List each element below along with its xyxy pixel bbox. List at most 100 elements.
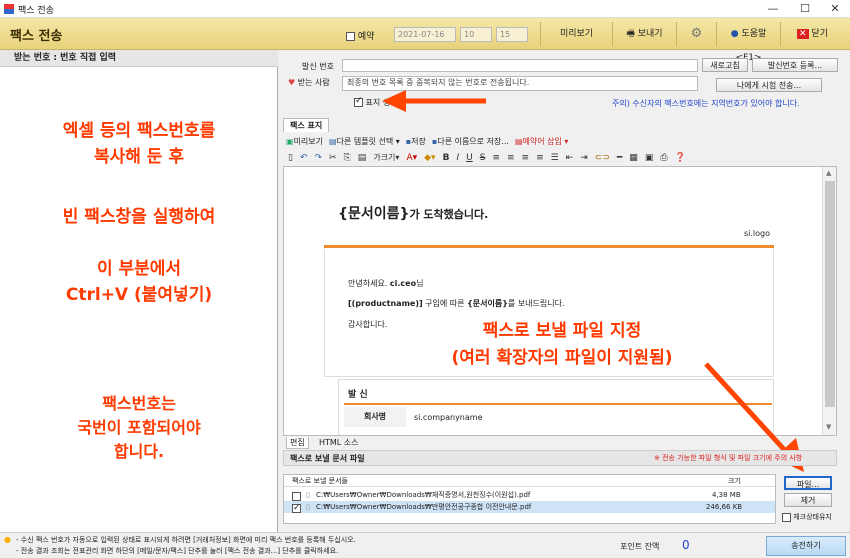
help-button[interactable]: ● 도움말<F1> (716, 22, 780, 63)
tab-html-source[interactable]: HTML 소스 (316, 437, 362, 448)
table-row[interactable]: ▯ C:₩Users₩Owner₩Downloads₩만평안전공구종합 이전안내… (284, 501, 775, 514)
scroll-thumb[interactable] (825, 181, 835, 407)
reserve-toggle[interactable]: 예약 (346, 29, 374, 42)
window-title: 팩스 전송 (18, 6, 54, 16)
heart-icon: ♥ (288, 78, 296, 87)
fax-icon: 🖷 (626, 29, 638, 39)
files-section-title: 팩스로 보낼 문서 파일 (290, 454, 365, 463)
image-icon[interactable]: ▣ (645, 153, 654, 163)
page-title: 팩스 전송 (10, 29, 63, 44)
file-size: 4,38 MB (712, 491, 741, 499)
list-icon[interactable]: ☰ (551, 153, 559, 163)
bold-icon[interactable]: B (443, 153, 450, 163)
recipient-panel-header: 받는 번호 : 번호 직접 입력 (0, 50, 278, 67)
reserve-date-field[interactable]: 2021-07-16 (394, 27, 456, 42)
recipient-label-wrap: ♥ 받는 사람 (288, 77, 330, 88)
keep-check-checkbox[interactable] (782, 512, 791, 522)
link-icon[interactable]: ⊂⊃ (595, 153, 610, 163)
minimize-button[interactable]: — (758, 1, 788, 17)
refresh-button[interactable]: 새로고침 (702, 58, 748, 72)
reserve-hour-field[interactable]: 10 (460, 27, 492, 42)
annotation-line: 팩스번호는 (102, 394, 176, 413)
annotation-line: 엑셀 등의 팩스번호를 (62, 121, 216, 141)
table-icon[interactable]: ▦ (629, 153, 638, 163)
print-icon[interactable]: ⎙ (660, 153, 667, 163)
area-code-notice: 주의) 수신자의 팩스번호에는 지역번호가 있어야 합니다. (612, 99, 800, 108)
align-left-icon[interactable]: ≡ (492, 153, 500, 163)
file-name: C:₩Users₩Owner₩Downloads₩만평안전공구종합 이전안내문.… (316, 503, 532, 511)
doc-title: {문서이름}가 도착했습니다. (338, 203, 488, 223)
doc-title-rest: 가 도착했습니다. (409, 208, 489, 221)
file-type-warning[interactable]: ※ 전송 가능한 파일 형식 및 파일 크기에 주의 사항 (654, 453, 802, 463)
send-button[interactable]: 🖷 보내기 (612, 22, 676, 46)
justify-icon[interactable]: ≡ (536, 153, 544, 163)
cut-icon[interactable]: ✂ (329, 153, 337, 163)
annotation-line: 이 부분에서 (96, 259, 182, 279)
underline-icon[interactable]: U (466, 153, 473, 163)
toolbar-template[interactable]: ▤다른 템플릿 선택 ▾ (329, 136, 400, 147)
bottom-note-1: - 수신 팩스 번호가 자동으로 입력된 상태로 표시되게 하려면 [거래처정보… (16, 536, 356, 544)
register-sender-button[interactable]: 발신번호 등록... (752, 58, 838, 72)
toolbar-save[interactable]: ▪저장 (406, 136, 426, 147)
sender-number-select[interactable] (342, 59, 698, 72)
scroll-down-icon[interactable]: ▼ (826, 423, 831, 431)
window-titlebar: 팩스 전송 — ☐ ✕ (0, 0, 850, 18)
italic-icon[interactable]: I (456, 153, 459, 163)
annotation-copy: 엑셀 등의 팩스번호를 복사해 둔 후 (0, 118, 278, 170)
hr-icon[interactable]: ━ (617, 153, 622, 163)
preview-button[interactable]: 미리보기 (540, 22, 612, 46)
file-size: 246,66 KB (706, 503, 743, 511)
reserve-minute-field[interactable]: 15 (496, 27, 528, 42)
bottom-note-2: - 전송 결과 조회는 전표관리 화면 하단의 [메일/문자/팩스] 단추를 눌… (16, 547, 339, 555)
annotation-line: 국번이 포함되어야 (77, 418, 201, 437)
toolbar-insert-keyword[interactable]: ▤예약어 삽입 ▾ (515, 136, 568, 147)
align-center-icon[interactable]: ≡ (507, 153, 515, 163)
keep-check-toggle[interactable]: 체크상태유지 (782, 512, 832, 522)
help-small-icon[interactable]: ❓ (675, 153, 686, 163)
file-row-checkbox[interactable] (292, 502, 301, 514)
skip-cover-checkbox[interactable] (354, 96, 363, 107)
reserve-label: 예약 (357, 32, 375, 42)
toolbar-save-as[interactable]: ▪다른 이름으로 저장... (432, 136, 509, 147)
doc-company-value: si.companyname (414, 413, 483, 422)
copy-icon[interactable]: ⎘ (344, 153, 351, 163)
tab-edit[interactable]: 편집 (286, 437, 309, 449)
preview-icon: ▣ (286, 136, 294, 146)
new-doc-icon[interactable]: ▯ (288, 153, 293, 163)
paste-icon[interactable]: ▤ (358, 153, 367, 163)
close-window-button[interactable]: ✕ (820, 1, 850, 17)
indent-icon[interactable]: ⇥ (580, 153, 588, 163)
gear-icon: ⚙ (690, 26, 703, 41)
app-icon (4, 4, 14, 14)
recipient-number-panel[interactable]: 받는 번호 : 번호 직접 입력 엑셀 등의 팩스번호를 복사해 둔 후 빈 팩… (0, 50, 278, 532)
undo-icon[interactable]: ↶ (300, 153, 308, 163)
font-size-select[interactable]: 가크기▾ (373, 152, 399, 163)
align-right-icon[interactable]: ≡ (522, 153, 530, 163)
editor-scrollbar[interactable]: ▲ ▼ (822, 167, 836, 435)
file-name: C:₩Users₩Owner₩Downloads₩재직증명서,원천징수(이원섭)… (316, 491, 531, 499)
toolbar-preview[interactable]: ▣미리보기 (286, 136, 323, 147)
file-icon: ▯ (306, 503, 310, 511)
reserve-checkbox[interactable] (346, 32, 355, 41)
add-file-button[interactable]: 파일... (784, 476, 832, 490)
tab-cover[interactable]: 팩스 표지 (283, 118, 330, 132)
outdent-icon[interactable]: ⇤ (566, 153, 574, 163)
redo-icon[interactable]: ↷ (315, 153, 323, 163)
highlight-icon[interactable]: ◆▾ (424, 153, 435, 163)
settings-button[interactable]: ⚙ (676, 22, 716, 46)
info-icon: ● (4, 535, 11, 544)
editor-toolbar-1: ▣미리보기 ▤다른 템플릿 선택 ▾ ▪저장 ▪다른 이름으로 저장... ▤예… (286, 134, 568, 148)
file-list[interactable]: 팩스로 보낼 문서들 크기 ▯ C:₩Users₩Owner₩Downloads… (283, 474, 776, 524)
close-button[interactable]: ✕ 닫기 (780, 22, 844, 46)
strike-icon[interactable]: S (480, 153, 486, 163)
remove-file-button[interactable]: 제거 (784, 493, 832, 507)
test-send-button[interactable]: 나에게 시험 전송... (716, 78, 822, 92)
scroll-up-icon[interactable]: ▲ (826, 169, 831, 177)
maximize-button[interactable]: ☐ (790, 1, 820, 17)
font-color-icon[interactable]: A▾ (406, 153, 417, 163)
submit-send-button[interactable]: 송전하기 (766, 536, 846, 556)
annotation-line: 복사해 둔 후 (93, 147, 185, 167)
keep-check-label: 체크상태유지 (793, 513, 832, 521)
table-row[interactable]: ▯ C:₩Users₩Owner₩Downloads₩재직증명서,원천징수(이원… (284, 489, 775, 501)
doc-greeting: 안녕하세요. ci.ceo님 (348, 279, 424, 288)
